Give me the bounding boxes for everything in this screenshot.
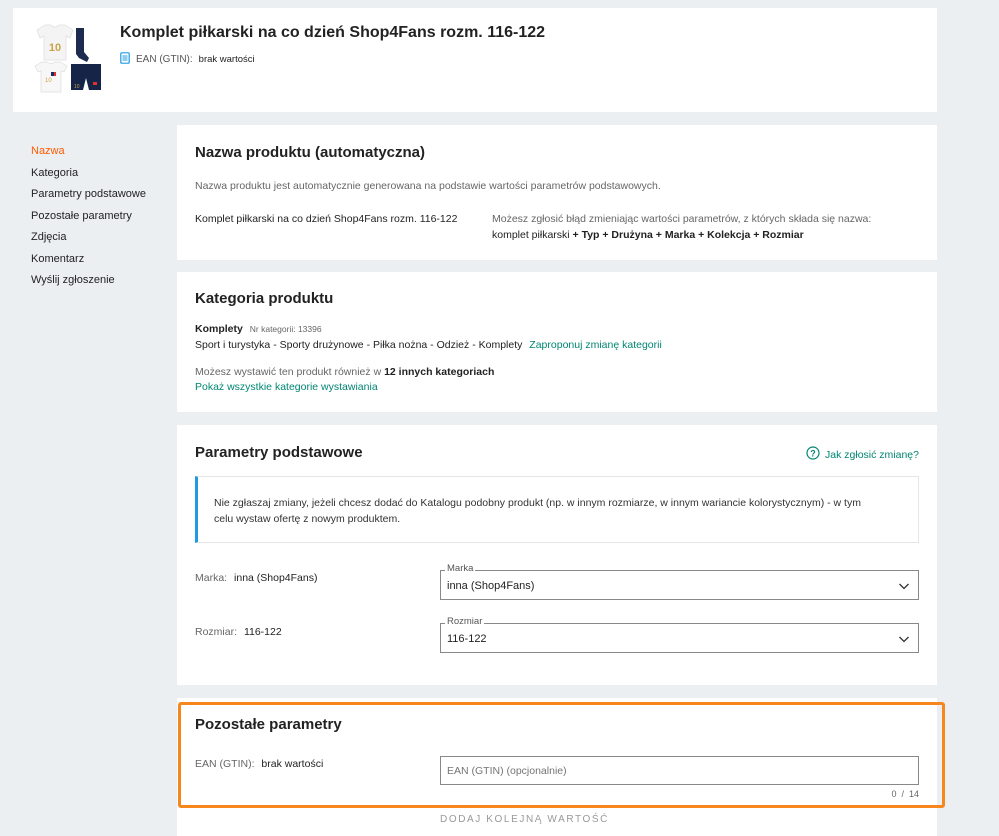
svg-text:?: ? bbox=[810, 448, 816, 458]
category-heading: Komplety Nr kategorii: 13396 bbox=[195, 323, 322, 335]
chevron-down-icon bbox=[898, 632, 910, 650]
other-parameters-section: Pozostałe parametry EAN (GTIN): brak war… bbox=[177, 698, 937, 836]
show-all-categories-link[interactable]: Pokaż wszystkie kategorie wystawiania bbox=[195, 381, 378, 393]
brand-field-value: inna (Shop4Fans) bbox=[447, 580, 535, 592]
product-name-section: Nazwa produktu (automatyczna) Nazwa prod… bbox=[177, 125, 937, 260]
help-change-label: Jak zgłosić zmianę? bbox=[825, 448, 919, 461]
name-formula: komplet piłkarski + Typ + Drużyna + Mark… bbox=[492, 229, 804, 241]
other-categories-prefix: Możesz wystawić ten produkt również w bbox=[195, 366, 382, 378]
brand-current: Marka: inna (Shop4Fans) bbox=[195, 572, 317, 584]
info-text-line1: Nie zgłaszaj zmiany, jeżeli chcesz dodać… bbox=[214, 497, 861, 509]
formula-prefix: komplet piłkarski bbox=[492, 229, 570, 241]
svg-text:10: 10 bbox=[45, 78, 52, 84]
brand-label: Marka: bbox=[195, 572, 228, 584]
change-category-link[interactable]: Zaproponuj zmianę kategorii bbox=[529, 339, 662, 351]
nav-item-kategoria[interactable]: Kategoria bbox=[31, 166, 146, 188]
nav-item-zdjecia[interactable]: Zdjęcia bbox=[31, 230, 146, 252]
basic-parameters-section: Parametry podstawowe ? Jak zgłosić zmian… bbox=[177, 425, 937, 685]
nav-item-komentarz[interactable]: Komentarz bbox=[31, 252, 146, 274]
size-value: 116-122 bbox=[243, 626, 282, 638]
svg-text:10: 10 bbox=[49, 42, 61, 54]
brand-field-label: Marka bbox=[445, 563, 476, 574]
category-path-row: Sport i turystyka - Sporty drużynowe - P… bbox=[195, 339, 662, 351]
product-title: Komplet piłkarski na co dzień Shop4Fans … bbox=[120, 24, 546, 41]
category-name: Komplety bbox=[195, 323, 243, 335]
size-select[interactable]: Rozmiar 116-122 bbox=[440, 616, 919, 653]
header-ean-value: brak wartości bbox=[198, 54, 255, 65]
section-title: Parametry podstawowe bbox=[195, 444, 363, 461]
ean-char-counter: 0 / 14 bbox=[891, 789, 919, 799]
other-categories-count: 12 innych kategoriach bbox=[384, 366, 495, 378]
svg-text:10: 10 bbox=[74, 84, 80, 90]
product-thumbnail[interactable]: 10 10 10 bbox=[31, 22, 103, 98]
question-circle-icon: ? bbox=[806, 446, 820, 463]
section-title: Nazwa produktu (automatyczna) bbox=[195, 144, 426, 161]
nav-item-wyslij-zgloszenie[interactable]: Wyślij zgłoszenie bbox=[31, 273, 146, 295]
nav-item-nazwa[interactable]: Nazwa bbox=[31, 144, 146, 166]
help-change-link[interactable]: ? Jak zgłosić zmianę? bbox=[806, 446, 919, 463]
name-hint: Możesz zgłosić błąd zmieniając wartości … bbox=[492, 213, 872, 225]
category-section: Kategoria produktu Komplety Nr kategorii… bbox=[177, 272, 937, 412]
generated-product-name: Komplet piłkarski na co dzień Shop4Fans … bbox=[195, 213, 458, 225]
size-field-label: Rozmiar bbox=[445, 616, 485, 627]
info-text-line2: celu wystaw ofertę z nowym produktem. bbox=[214, 513, 401, 525]
ean-value: brak wartości bbox=[261, 758, 324, 770]
nav-item-parametry-podstawowe[interactable]: Parametry podstawowe bbox=[31, 187, 146, 209]
other-categories-text: Możesz wystawić ten produkt również w 12… bbox=[195, 366, 494, 378]
header-ean: EAN (GTIN): brak wartości bbox=[120, 52, 255, 67]
product-header: 10 10 10 Komplet piłkarski na co dzień S… bbox=[13, 8, 937, 112]
brand-value: inna (Shop4Fans) bbox=[234, 572, 318, 584]
header-ean-label: EAN (GTIN): bbox=[136, 54, 193, 65]
ean-input[interactable] bbox=[440, 756, 919, 785]
brand-select[interactable]: Marka inna (Shop4Fans) bbox=[440, 563, 919, 600]
chevron-down-icon bbox=[898, 579, 910, 597]
section-title: Kategoria produktu bbox=[195, 290, 334, 307]
size-label: Rozmiar: bbox=[195, 626, 238, 638]
size-field-value: 116-122 bbox=[447, 633, 487, 645]
ean-label: EAN (GTIN): bbox=[195, 758, 255, 770]
category-path: Sport i turystyka - Sporty drużynowe - P… bbox=[195, 339, 523, 351]
size-current: Rozmiar: 116-122 bbox=[195, 626, 282, 638]
formula-parts: + Typ + Drużyna + Marka + Kolekcja + Roz… bbox=[572, 229, 804, 241]
nav-item-pozostale-parametry[interactable]: Pozostałe parametry bbox=[31, 209, 146, 231]
section-nav: Nazwa Kategoria Parametry podstawowe Poz… bbox=[31, 144, 146, 295]
section-title: Pozostałe parametry bbox=[195, 716, 342, 733]
info-box: Nie zgłaszaj zmiany, jeżeli chcesz dodać… bbox=[195, 476, 919, 543]
name-description: Nazwa produktu jest automatycznie genero… bbox=[195, 180, 661, 192]
add-value-button[interactable]: DODAJ KOLEJNĄ WARTOŚĆ bbox=[440, 814, 609, 825]
ean-current: EAN (GTIN): brak wartości bbox=[195, 758, 323, 770]
document-icon bbox=[120, 52, 130, 67]
category-number: Nr kategorii: 13396 bbox=[249, 324, 322, 334]
